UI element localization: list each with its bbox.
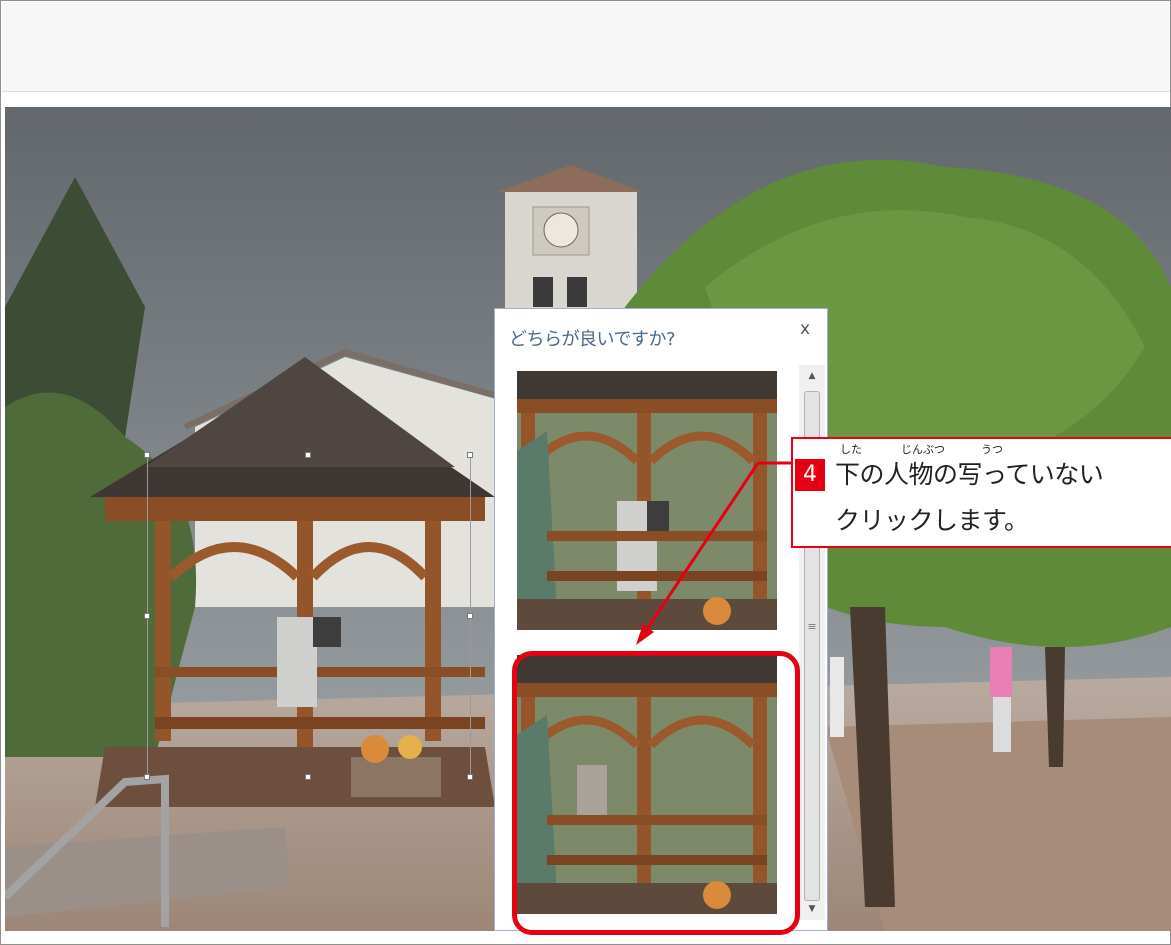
dialog-title: どちらが良いですか? [509,329,676,350]
resize-handle-right[interactable] [467,613,473,619]
toolbar-area [2,2,1170,92]
scroll-grip-icon: ≡ [807,620,817,633]
instruction-line-2: クリックします。 [835,506,1029,535]
step-number-badge: 4 [795,459,825,491]
instruction-line-1: 下の人物の写っていない [835,460,1104,489]
resize-handle-bottom-right[interactable] [467,774,473,780]
scroll-down-arrow-icon[interactable]: ▼ [799,898,825,920]
resize-handle-top-right[interactable] [467,452,473,458]
scroll-up-arrow-icon[interactable]: ▲ [799,365,825,387]
resize-handle-top[interactable] [305,452,311,458]
resize-handle-bottom[interactable] [305,774,311,780]
resize-handle-bottom-left[interactable] [144,774,150,780]
resize-handle-left[interactable] [144,613,150,619]
highlight-frame [512,651,800,935]
instruction-callout: 4 した じんぶつ うつ 下の人物の写っていない クリックします。 [791,437,1171,548]
resize-handle-top-left[interactable] [144,452,150,458]
option-photo-with-person[interactable] [517,371,777,630]
close-icon[interactable]: x [794,318,816,340]
